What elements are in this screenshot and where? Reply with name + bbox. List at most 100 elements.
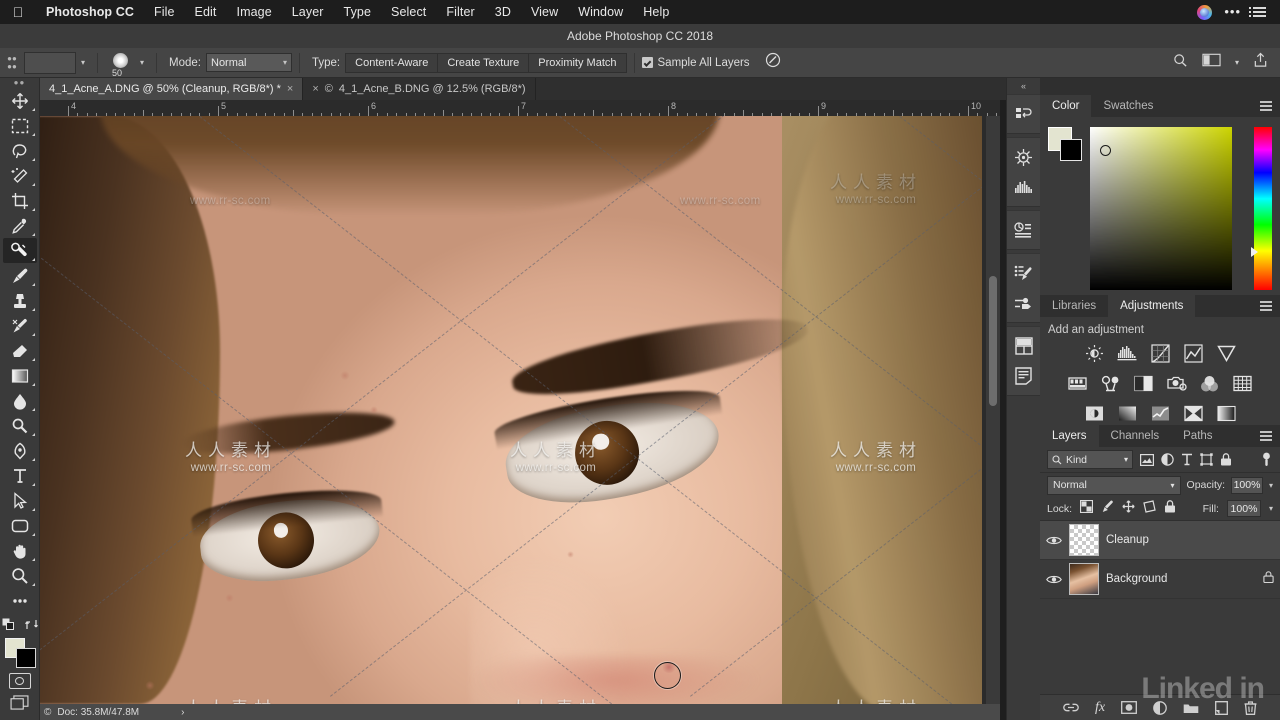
link-layers-icon[interactable] (1063, 703, 1079, 712)
opacity-value[interactable]: 100% (1231, 476, 1263, 494)
apple-logo-icon[interactable]:  (10, 5, 26, 19)
tab-layers[interactable]: Layers (1040, 425, 1099, 447)
brush-tool[interactable] (3, 263, 37, 288)
zoom-tool[interactable] (3, 563, 37, 588)
filter-adjustment-icon[interactable] (1161, 453, 1174, 466)
scrollbar-thumb[interactable] (989, 276, 997, 406)
color-background-swatch[interactable] (1060, 139, 1082, 161)
menu-item-view[interactable]: View (521, 5, 568, 19)
menu-item-layer[interactable]: Layer (282, 5, 334, 19)
canvas-vertical-scrollbar[interactable] (986, 116, 1000, 704)
menu-item-filter[interactable]: Filter (436, 5, 484, 19)
share-icon[interactable] (1253, 52, 1268, 73)
brush-preset-picker[interactable]: 50 (105, 50, 135, 78)
3d-icon[interactable] (1010, 142, 1038, 172)
brush-settings-icon[interactable] (1010, 258, 1038, 288)
tab-adjustments[interactable]: Adjustments (1108, 295, 1196, 317)
layer-comps-icon[interactable] (1010, 331, 1038, 361)
rectangle-tool[interactable] (3, 513, 37, 538)
filter-type-icon[interactable] (1181, 453, 1193, 466)
edit-toolbar-tool[interactable] (3, 588, 37, 613)
workspace-icon[interactable] (1202, 53, 1221, 72)
brightness-contrast-icon[interactable] (1084, 343, 1105, 364)
filter-toggle-icon[interactable] (1260, 452, 1273, 467)
color-spectrum-field[interactable] (1090, 127, 1232, 290)
lock-image-icon[interactable] (1101, 500, 1114, 518)
toolbar-grip[interactable]: ●● (14, 78, 26, 88)
selective-color-icon[interactable] (1183, 403, 1204, 424)
gradient-tool[interactable] (3, 363, 37, 388)
lock-position-icon[interactable] (1122, 499, 1135, 518)
document-canvas[interactable]: 人人素材 www.rr-sc.com 人人素材 www.rr-sc.com 人人素材 ww… (40, 116, 1000, 704)
properties-icon[interactable] (1010, 215, 1038, 245)
levels-icon[interactable] (1117, 343, 1138, 364)
blur-tool[interactable] (3, 388, 37, 413)
close-icon[interactable]: × (287, 83, 293, 95)
threshold-icon[interactable] (1150, 403, 1171, 424)
color-fg-bg-swatches[interactable] (1048, 127, 1082, 161)
tab-channels[interactable]: Channels (1099, 425, 1172, 447)
brush-chevron-icon[interactable]: ▾ (135, 58, 149, 67)
menu-item-edit[interactable]: Edit (185, 5, 227, 19)
color-panel-menu[interactable] (1260, 95, 1280, 117)
control-center-icon[interactable] (1249, 7, 1266, 17)
marquee-tool[interactable] (3, 113, 37, 138)
options-grip-handle[interactable]: ●● ●● (4, 54, 20, 71)
hue-slider-marker[interactable] (1251, 247, 1258, 257)
layer-name-cleanup[interactable]: Cleanup (1106, 534, 1149, 546)
menu-item-select[interactable]: Select (381, 5, 436, 19)
screen-mode-icon[interactable] (10, 695, 29, 715)
channel-mixer-icon[interactable] (1199, 373, 1220, 394)
crop-tool[interactable] (3, 188, 37, 213)
document-tab-a[interactable]: 4_1_Acne_A.DNG @ 50% (Cleanup, RGB/8*) *… (40, 78, 304, 100)
spot-healing-brush-tool[interactable] (2, 238, 37, 263)
menu-item-image[interactable]: Image (227, 5, 282, 19)
hue-saturation-icon[interactable] (1067, 373, 1088, 394)
dodge-tool[interactable] (3, 413, 37, 438)
tab-paths[interactable]: Paths (1171, 425, 1224, 447)
document-tab-b[interactable]: × © 4_1_Acne_B.DNG @ 12.5% (RGB/8*) (303, 78, 536, 100)
gradient-map-icon[interactable] (1216, 403, 1237, 424)
layer-visibility-icon[interactable] (1046, 535, 1062, 546)
curves-icon[interactable] (1150, 343, 1171, 364)
menu-item-help[interactable]: Help (633, 5, 679, 19)
adjustments-panel-menu[interactable] (1260, 295, 1280, 317)
history-icon[interactable] (1010, 99, 1038, 129)
eyedropper-tool[interactable] (3, 213, 37, 238)
chevron-down-icon[interactable]: ▾ (1235, 58, 1239, 67)
layer-mask-icon[interactable] (1121, 701, 1137, 714)
status-expand-arrow[interactable]: › (181, 707, 184, 718)
history-brush-tool[interactable] (3, 313, 37, 338)
pressure-tablet-icon[interactable] (765, 52, 781, 73)
layer-thumbnail-background[interactable] (1069, 563, 1099, 595)
color-balance-icon[interactable] (1100, 373, 1121, 394)
fill-value[interactable]: 100% (1226, 500, 1261, 517)
mode-select[interactable]: Normal ▾ (206, 53, 292, 72)
layer-row-cleanup[interactable]: Cleanup (1040, 521, 1280, 560)
filter-kind-select[interactable]: Kind ▾ (1047, 450, 1133, 469)
notes-icon[interactable] (1010, 361, 1038, 391)
color-picker-marker[interactable] (1100, 145, 1111, 156)
menu-item-type[interactable]: Type (334, 5, 382, 19)
layer-visibility-icon[interactable] (1046, 574, 1062, 585)
type-option-content-aware[interactable]: Content-Aware (345, 52, 438, 73)
color-lookup-icon[interactable] (1232, 373, 1253, 394)
move-tool[interactable] (3, 88, 37, 113)
brush-presets-icon[interactable] (1010, 288, 1038, 318)
type-tool[interactable] (3, 463, 37, 488)
background-color-swatch[interactable] (15, 648, 36, 668)
filter-image-icon[interactable] (1140, 453, 1154, 466)
filter-smartobject-icon[interactable] (1220, 453, 1232, 466)
posterize-icon[interactable] (1117, 403, 1138, 424)
menu-item-3d[interactable]: 3D (485, 5, 521, 19)
path-selection-tool[interactable] (3, 488, 37, 513)
layers-panel-menu[interactable] (1260, 425, 1280, 447)
hue-slider[interactable] (1251, 127, 1272, 290)
menu-item-file[interactable]: File (144, 5, 185, 19)
filter-shape-icon[interactable] (1200, 453, 1213, 466)
tab-color[interactable]: Color (1040, 95, 1092, 117)
tool-preset-picker[interactable] (24, 51, 76, 74)
lock-artboard-icon[interactable] (1143, 499, 1156, 518)
sample-all-layers-checkbox[interactable]: Sample All Layers (641, 57, 755, 69)
collapse-panels-icon[interactable]: « (1007, 78, 1040, 94)
